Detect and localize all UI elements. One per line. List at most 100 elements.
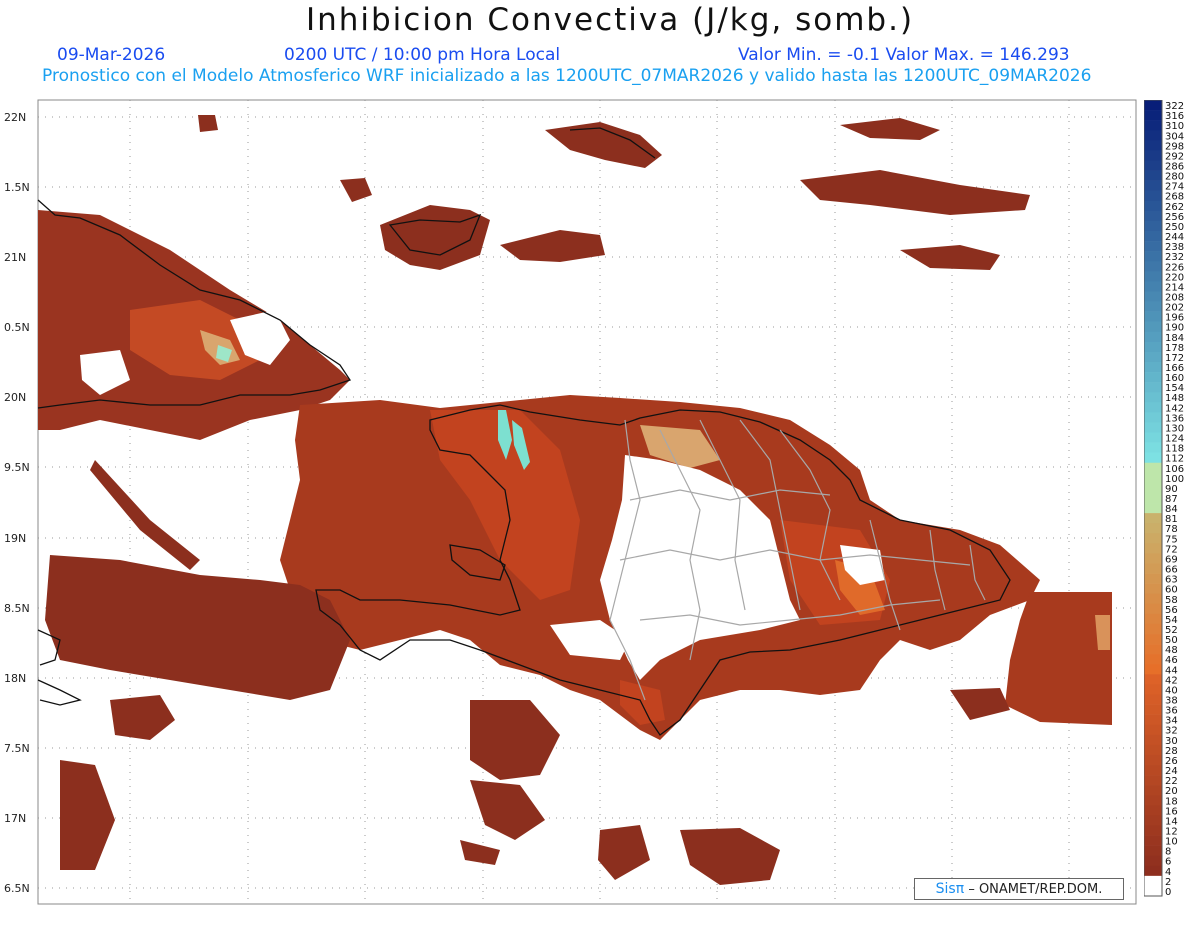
colorbar-cell: [1144, 200, 1162, 212]
credit-box: Sisπ – ONAMET/REP.DOM.: [914, 878, 1124, 900]
colorbar-cell: [1144, 513, 1162, 524]
lon-label: 68W: [1057, 908, 1082, 910]
colorbar: 3223163103042982922862802742682622562502…: [1144, 100, 1184, 898]
colorbar-cell: [1144, 482, 1162, 494]
colorbar-cell: [1144, 603, 1162, 615]
lat-label: 19N: [4, 532, 26, 545]
colorbar-cell: [1144, 583, 1162, 595]
colorbar-cell: [1144, 623, 1162, 635]
min-max-values: Valor Min. = -0.1 Valor Max. = 146.293: [738, 45, 1070, 65]
colorbar-cell: [1144, 341, 1162, 353]
colorbar-cell: [1144, 120, 1162, 131]
colorbar-cell: [1144, 180, 1162, 191]
lat-label: 17N: [4, 812, 26, 825]
colorbar-cell: [1144, 331, 1162, 343]
colorbar-cell: [1144, 351, 1162, 363]
lon-label: 72W: [588, 908, 613, 910]
lat-label: 21N: [4, 251, 26, 264]
lon-label: 71W: [705, 908, 730, 910]
colorbar-cell: [1144, 472, 1162, 484]
colorbar-cell: [1144, 523, 1162, 534]
colorbar-cell: [1144, 674, 1162, 685]
map-title: Inhibicion Convectiva (J/kg, somb.): [305, 2, 915, 38]
forecast-date: 09-Mar-2026: [57, 45, 166, 65]
colorbar-cell: [1144, 422, 1162, 433]
colorbar-cell: [1144, 372, 1162, 383]
colorbar-cell: [1144, 442, 1162, 453]
colorbar-cell: [1144, 553, 1162, 564]
colorbar-cell: [1144, 261, 1162, 272]
colorbar-cell: [1144, 220, 1162, 232]
colorbar-cell: [1144, 452, 1162, 464]
colorbar-cell: [1144, 241, 1162, 252]
colorbar-cell: [1144, 271, 1162, 282]
colorbar-cell: [1144, 140, 1162, 151]
colorbar-labels: 3223163103042982922862802742682622562502…: [1165, 101, 1184, 898]
colorbar-cell: [1144, 210, 1162, 222]
lat-label: 9.5N: [4, 461, 30, 474]
pi-logo: π: [955, 881, 965, 897]
colorbar-cell: [1144, 150, 1162, 161]
colorbar-cell: [1144, 543, 1162, 554]
colorbar-cell: [1144, 865, 1162, 877]
colorbar-cell: [1144, 825, 1162, 836]
colorbar-cell: [1144, 724, 1162, 736]
lat-label: 7.5N: [4, 742, 30, 755]
colorbar-cell: [1144, 805, 1162, 816]
credit-text: – ONAMET/REP.DOM.: [968, 882, 1103, 897]
colorbar-cell: [1144, 664, 1162, 675]
colorbar-cell: [1144, 593, 1162, 605]
latitude-labels: 22N 1.5N 21N 0.5N 20N 9.5N 19N 8.5N 18N 7.5N 17N 6.…: [4, 111, 30, 895]
bahamas-island: [198, 115, 218, 132]
colorbar-cell: [1144, 361, 1162, 373]
colorbar-cell: [1144, 644, 1162, 655]
lon-label: 70W: [823, 908, 848, 910]
lat-label: 8.5N: [4, 602, 30, 615]
colorbar-cell: [1144, 875, 1162, 887]
cin-map: 22N 1.5N 21N 0.5N 20N 9.5N 19N 8.5N 18N 7.5N 17N 6.…: [4, 99, 1137, 910]
colorbar-cell: [1144, 160, 1162, 171]
colorbar-cell: [1144, 835, 1162, 846]
credit-sis: Sis: [935, 881, 956, 897]
colorbar-cell: [1144, 563, 1162, 574]
lat-label: 1.5N: [4, 181, 30, 194]
colorbar-cell: [1144, 462, 1162, 474]
colorbar-cells: [1144, 100, 1163, 897]
lat-label: 6.5N: [4, 882, 30, 895]
colorbar-label: 0: [1165, 887, 1171, 898]
colorbar-cell: [1144, 845, 1162, 856]
colorbar-cell: [1144, 613, 1162, 625]
colorbar-cell: [1144, 775, 1162, 786]
colorbar-cell: [1144, 694, 1162, 705]
colorbar-cell: [1144, 392, 1162, 403]
colorbar-cell: [1144, 533, 1162, 544]
colorbar-cell: [1144, 251, 1162, 262]
forecast-time: 0200 UTC / 10:00 pm Hora Local: [284, 45, 561, 65]
lon-label: 73W: [471, 908, 496, 910]
colorbar-cell: [1144, 714, 1162, 726]
colorbar-cell: [1144, 432, 1162, 443]
colorbar-cell: [1144, 130, 1162, 141]
colorbar-cell: [1144, 885, 1162, 897]
lon-label: 74W: [353, 908, 378, 910]
colorbar-cell: [1144, 190, 1162, 202]
colorbar-cell: [1144, 170, 1162, 181]
colorbar-cell: [1144, 734, 1162, 746]
colorbar-cell: [1144, 795, 1162, 806]
colorbar-cell: [1144, 744, 1162, 756]
colorbar-cell: [1144, 634, 1162, 645]
colorbar-cell: [1144, 110, 1162, 121]
lon-label: 69W: [940, 908, 965, 910]
colorbar-cell: [1144, 382, 1162, 393]
colorbar-cell: [1144, 754, 1162, 766]
lat-label: 20N: [4, 391, 26, 404]
colorbar-cell: [1144, 301, 1162, 312]
lat-label: 22N: [4, 111, 26, 124]
colorbar-cell: [1144, 321, 1162, 333]
colorbar-cell: [1144, 230, 1162, 242]
colorbar-cell: [1144, 573, 1162, 584]
colorbar-cell: [1144, 815, 1162, 826]
colorbar-cell: [1144, 100, 1162, 111]
lat-label: 18N: [4, 672, 26, 685]
lat-label: 0.5N: [4, 321, 30, 334]
